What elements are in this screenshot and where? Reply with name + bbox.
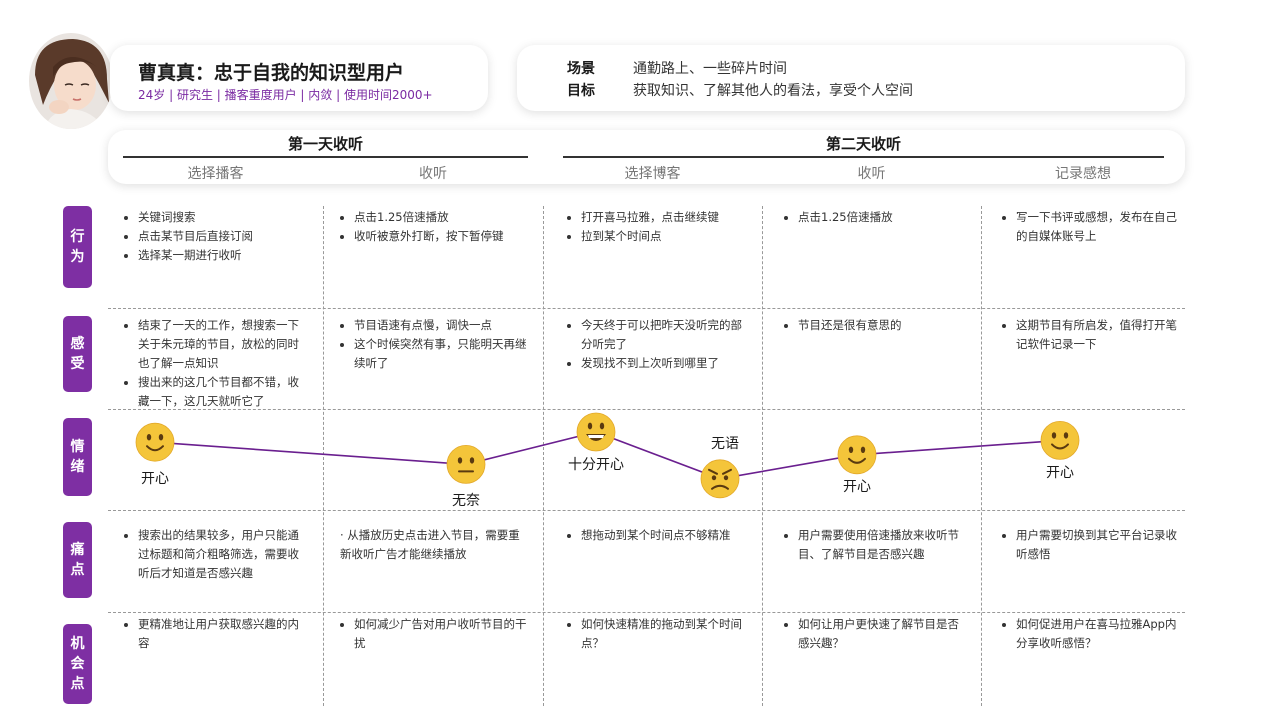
emotion-label: 无奈 <box>452 493 480 510</box>
emoji-neutral-icon <box>446 444 486 484</box>
emotion-curve <box>135 412 1080 499</box>
emotion-label: 开心 <box>1046 465 1074 482</box>
emoji-angry-icon <box>700 459 740 499</box>
emotion-label: 开心 <box>141 471 169 488</box>
emoji-smile-icon <box>837 435 877 475</box>
emotion-label: 十分开心 <box>568 457 624 473</box>
emoji-smile-icon <box>1040 420 1080 460</box>
emoji-grin-icon <box>576 412 616 452</box>
emoji-smile-icon <box>135 422 175 462</box>
emotion-label: 无语 <box>711 435 739 452</box>
emotion-label: 开心 <box>843 478 871 495</box>
